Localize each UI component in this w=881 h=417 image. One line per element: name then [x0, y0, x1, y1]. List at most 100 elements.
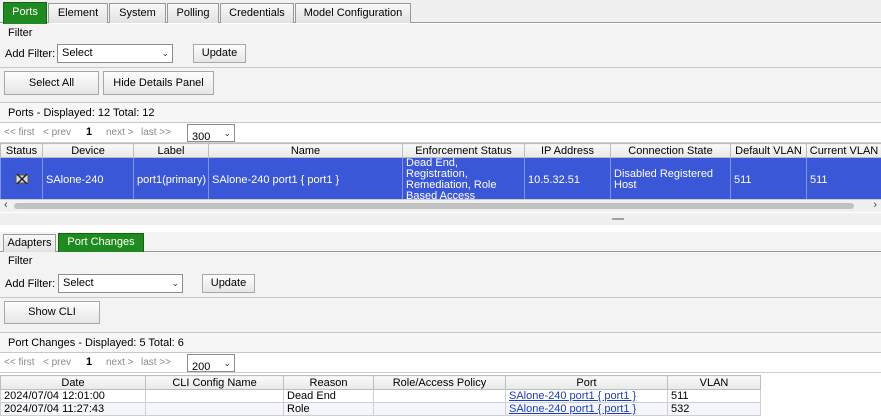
ports-summary-bar: Ports - Displayed: 12 Total: 12	[0, 102, 881, 123]
tab-system[interactable]: System	[109, 3, 166, 23]
add-filter-select-value: Select	[63, 277, 94, 289]
ports-filter-panel: Filter Add Filter: Select ⌄ Update Selec…	[0, 24, 881, 102]
col-connection-state[interactable]: Connection State	[610, 143, 731, 158]
page-size-select[interactable]: 200 ⌄	[187, 354, 235, 373]
divider	[0, 297, 881, 298]
col-ip-address[interactable]: IP Address	[524, 143, 611, 158]
cli-config-cell	[145, 402, 284, 416]
first-page-link[interactable]: << first	[4, 357, 35, 368]
port-link[interactable]: SAlone-240 port1 { port1 }	[509, 391, 636, 402]
port-changes-filter-panel: Filter Add Filter: Select ⌄ Update Show …	[0, 252, 881, 332]
port-changes-pager: << first < prev 1 next > last >> 200 ⌄	[0, 353, 881, 373]
add-filter-select-value: Select	[62, 47, 93, 59]
name-cell: SAlone-240 port1 { port1 }	[208, 157, 403, 203]
tab-ports[interactable]: Ports	[3, 2, 47, 24]
tab-credentials[interactable]: Credentials	[220, 3, 294, 23]
ports-header-row: Status Device Label Name Enforcement Sta…	[0, 143, 881, 158]
add-filter-select[interactable]: Select ⌄	[58, 274, 183, 293]
last-page-link[interactable]: last >>	[141, 127, 171, 138]
update-button[interactable]: Update	[193, 44, 246, 63]
first-page-link[interactable]: << first	[4, 127, 35, 138]
page-size-value: 200	[192, 361, 211, 373]
add-filter-label: Add Filter:	[5, 278, 56, 290]
filter-title: Filter	[8, 27, 33, 39]
reason-cell: Role	[283, 402, 374, 416]
next-page-link[interactable]: next >	[106, 357, 134, 368]
port-cell: SAlone-240 port1 { port1 }	[505, 402, 668, 416]
filter-title: Filter	[8, 255, 33, 267]
col-vlan[interactable]: VLAN	[667, 375, 761, 390]
last-page-link[interactable]: last >>	[141, 357, 171, 368]
hide-details-panel-button[interactable]: Hide Details Panel	[103, 71, 214, 95]
device-cell: SAlone-240	[42, 157, 134, 203]
divider	[0, 67, 881, 68]
update-button[interactable]: Update	[202, 274, 255, 293]
ports-horizontal-scrollbar[interactable]: ‹ ›	[0, 199, 881, 212]
enforcement-cell: Dead End, Registration, Remediation, Rol…	[402, 157, 525, 203]
col-current-vlan[interactable]: Current VLAN	[806, 143, 881, 158]
add-filter-select[interactable]: Select ⌄	[57, 44, 173, 63]
policy-cell	[373, 389, 506, 403]
default-vlan-cell: 511	[730, 157, 807, 203]
disabled-port-icon	[15, 172, 28, 185]
chevron-down-icon: ⌄	[171, 278, 179, 288]
port-changes-summary: Port Changes - Displayed: 5 Total: 6	[8, 337, 184, 349]
chevron-down-icon: ⌄	[161, 48, 169, 58]
col-cli-config-name[interactable]: CLI Config Name	[145, 375, 284, 390]
current-page: 1	[86, 356, 93, 368]
scroll-left-icon[interactable]: ‹	[4, 199, 8, 211]
col-status[interactable]: Status	[0, 143, 43, 158]
port-cell: SAlone-240 port1 { port1 }	[505, 389, 668, 403]
col-default-vlan[interactable]: Default VLAN	[730, 143, 807, 158]
status-cell	[0, 157, 43, 203]
label-cell: port1(primary)	[133, 157, 209, 203]
panel-splitter[interactable]	[0, 213, 881, 225]
prev-page-link[interactable]: < prev	[43, 127, 71, 138]
ip-cell: 10.5.32.51	[524, 157, 611, 203]
tab-model-configuration[interactable]: Model Configuration	[295, 3, 411, 23]
date-cell: 2024/07/04 12:01:00	[0, 389, 146, 403]
port-changes-table: Date CLI Config Name Reason Role/Access …	[0, 375, 761, 416]
bottom-tab-bar: Adapters Port Changes	[0, 232, 881, 252]
col-port[interactable]: Port	[505, 375, 668, 390]
tab-port-changes[interactable]: Port Changes	[58, 233, 144, 252]
ports-pager: << first < prev 1 next > last >> 300 ⌄	[0, 123, 881, 143]
col-enforcement-status[interactable]: Enforcement Status	[402, 143, 525, 158]
prev-page-link[interactable]: < prev	[43, 357, 71, 368]
top-tab-bar: Ports Element System Polling Credentials…	[0, 0, 881, 24]
show-cli-button[interactable]: Show CLI	[4, 301, 100, 324]
table-row[interactable]: 2024/07/04 11:27:43 Role SAlone-240 port…	[0, 402, 761, 416]
reason-cell: Dead End	[283, 389, 374, 403]
page-size-select[interactable]: 300 ⌄	[187, 124, 235, 143]
tab-element[interactable]: Element	[48, 3, 108, 23]
chevron-down-icon: ⌄	[223, 358, 231, 368]
vlan-cell: 532	[667, 402, 761, 416]
date-cell: 2024/07/04 11:27:43	[0, 402, 146, 416]
tab-polling[interactable]: Polling	[167, 3, 219, 23]
scroll-right-icon[interactable]: ›	[873, 199, 877, 211]
tab-adapters[interactable]: Adapters	[3, 234, 56, 252]
current-vlan-cell: 511	[806, 157, 881, 203]
col-date[interactable]: Date	[0, 375, 146, 390]
connection-cell: Disabled Registered Host	[610, 157, 731, 203]
col-reason[interactable]: Reason	[283, 375, 374, 390]
port-link[interactable]: SAlone-240 port1 { port1 }	[509, 404, 636, 415]
current-page: 1	[86, 126, 93, 138]
col-device[interactable]: Device	[42, 143, 134, 158]
next-page-link[interactable]: next >	[106, 127, 134, 138]
add-filter-label: Add Filter:	[5, 48, 56, 60]
col-label[interactable]: Label	[133, 143, 209, 158]
splitter-grip-icon[interactable]	[612, 218, 624, 220]
table-row[interactable]: SAlone-240 port1(primary) SAlone-240 por…	[0, 157, 881, 203]
col-role-access-policy[interactable]: Role/Access Policy	[373, 375, 506, 390]
col-name[interactable]: Name	[208, 143, 403, 158]
cli-config-cell	[145, 389, 284, 403]
chevron-down-icon: ⌄	[223, 128, 231, 138]
scroll-thumb[interactable]	[14, 203, 854, 209]
ports-summary: Ports - Displayed: 12 Total: 12	[8, 107, 155, 119]
port-changes-header-row: Date CLI Config Name Reason Role/Access …	[0, 375, 761, 390]
policy-cell	[373, 402, 506, 416]
table-row[interactable]: 2024/07/04 12:01:00 Dead End SAlone-240 …	[0, 389, 761, 403]
port-changes-summary-bar: Port Changes - Displayed: 5 Total: 6	[0, 332, 881, 353]
select-all-button[interactable]: Select All	[4, 71, 99, 95]
